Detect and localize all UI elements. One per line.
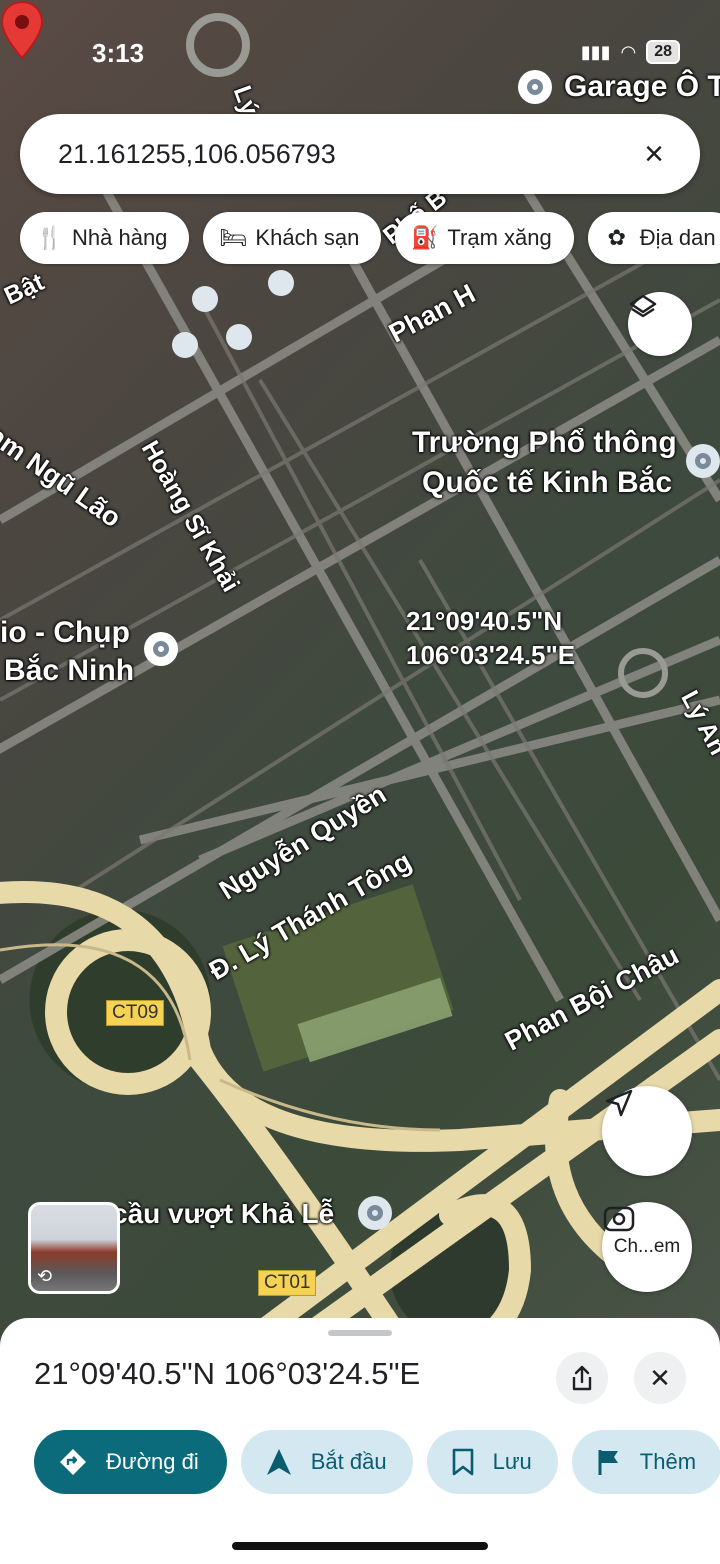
poi-label-cau-vuot[interactable]: cầu vượt Khả Lễ (112, 1198, 334, 1230)
sheet-drag-handle[interactable] (328, 1330, 392, 1336)
chip-attractions[interactable]: ✿ Địa dan (587, 212, 720, 264)
navigation-arrow-icon (605, 1089, 633, 1117)
location-pin-icon[interactable] (0, 0, 44, 62)
bus-stop-icon[interactable] (226, 324, 252, 350)
search-bar[interactable]: 21.161255,106.056793 × (20, 114, 700, 194)
status-time: 3:13 (92, 38, 145, 68)
poi-label-school-line2[interactable]: Quốc tế Kinh Bắc (422, 466, 672, 500)
restaurant-icon: 🍴 (36, 225, 64, 250)
poi-label-studio-line2[interactable]: Bắc Ninh (4, 654, 134, 688)
action-buttons: Đường đi Bắt đầu Lưu Thêm (34, 1430, 720, 1494)
search-input[interactable]: 21.161255,106.056793 (58, 139, 634, 170)
place-title: 21°09'40.5"N 106°03'24.5"E (34, 1356, 421, 1391)
street-view-thumbnail[interactable]: ⟲ (28, 1202, 120, 1294)
directions-icon (60, 1449, 86, 1475)
wifi-icon: ◠ (620, 41, 637, 62)
chip-restaurants[interactable]: 🍴 Nhà hàng (20, 212, 190, 264)
flag-icon (598, 1450, 618, 1475)
poi-label-school-line1[interactable]: Trường Phổ thông (412, 426, 677, 460)
layers-button[interactable] (628, 292, 692, 356)
hotel-icon: 🛏 (219, 225, 248, 250)
highway-shield-ct09: CT09 (106, 1000, 165, 1026)
bridge-poi-icon[interactable] (358, 1196, 392, 1230)
status-icons: ▮▮▮ ◠ 28 (581, 40, 680, 64)
garage-poi-icon[interactable] (518, 70, 552, 104)
layers-icon (629, 294, 657, 318)
chip-gas-stations[interactable]: ⛽ Trạm xăng (395, 212, 574, 264)
navigation-icon (266, 1449, 291, 1475)
directions-label: Đường đi (106, 1449, 199, 1474)
rotate-360-icon: ⟲ (37, 1266, 53, 1286)
signal-icon: ▮▮▮ (580, 41, 611, 62)
chip-hotels[interactable]: 🛏 Khách sạn (203, 212, 382, 264)
battery-indicator: 28 (646, 40, 680, 64)
close-icon[interactable]: × (634, 134, 674, 174)
pin-label-latitude: 21°09'40.5"N (406, 606, 563, 636)
studio-poi-icon[interactable] (144, 632, 178, 666)
school-poi-icon[interactable] (686, 444, 720, 478)
chip-label: Nhà hàng (72, 225, 168, 250)
save-label: Lưu (492, 1449, 532, 1474)
bookmark-icon (452, 1448, 473, 1476)
close-sheet-button[interactable]: ✕ (634, 1352, 686, 1404)
pin-label-longitude: 106°03'24.5"E (406, 640, 576, 670)
start-label: Bắt đầu (310, 1449, 387, 1474)
pin-coordinate-label: 21°09'40.5"N 106°03'24.5"E (406, 604, 575, 672)
my-location-button[interactable] (602, 1086, 692, 1176)
highway-shield-ct01: CT01 (258, 1270, 317, 1296)
attractions-icon: ✿ (607, 225, 626, 250)
poi-label-studio-line1[interactable]: io - Chụp (0, 616, 130, 650)
map-view[interactable]: 3:13 ▮▮▮ ◠ 28 Garage Ô T Trường Phổ thôn… (0, 0, 720, 1340)
directions-button[interactable]: Đường đi (34, 1430, 227, 1494)
lens-button[interactable]: Ch...em (602, 1202, 692, 1292)
chip-label: Địa dan (639, 225, 716, 250)
chip-label: Khách sạn (255, 225, 360, 250)
poi-label-garage[interactable]: Garage Ô T (564, 70, 720, 104)
save-button[interactable]: Lưu (426, 1430, 558, 1494)
close-icon: ✕ (649, 1362, 671, 1393)
camera-search-icon (603, 1206, 635, 1232)
start-button[interactable]: Bắt đầu (240, 1430, 413, 1494)
more-button[interactable]: Thêm (571, 1430, 720, 1494)
bus-stop-icon[interactable] (268, 270, 294, 296)
category-chips: 🍴 Nhà hàng 🛏 Khách sạn ⛽ Trạm xăng ✿ Địa dan (20, 212, 720, 264)
home-indicator[interactable] (232, 1542, 488, 1550)
gas-station-icon: ⛽ (411, 225, 439, 250)
share-icon (572, 1365, 592, 1391)
share-button[interactable] (556, 1352, 608, 1404)
chip-label: Trạm xăng (447, 225, 552, 250)
bus-stop-icon[interactable] (172, 332, 198, 358)
bus-stop-icon[interactable] (192, 286, 218, 312)
more-label: Thêm (639, 1449, 697, 1474)
lens-button-label: Ch...em (613, 1236, 681, 1257)
